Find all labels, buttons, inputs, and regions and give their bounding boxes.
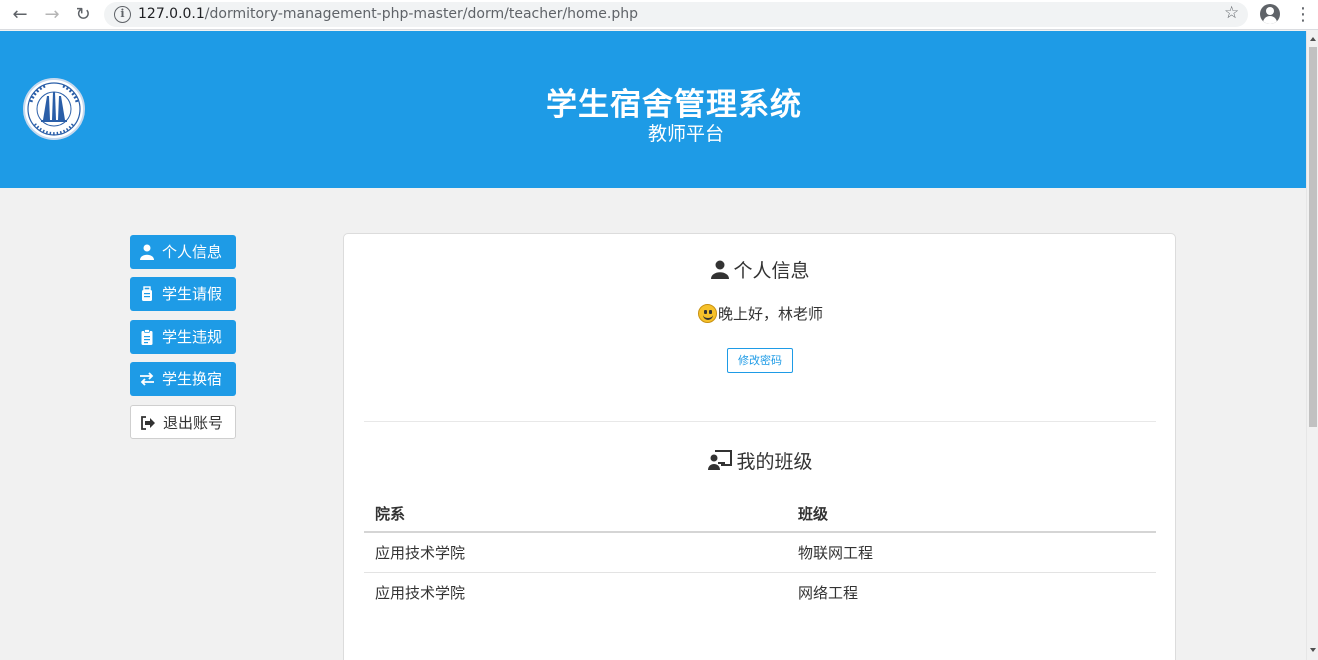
personal-info-title: 个人信息 <box>733 260 810 282</box>
sidebar-item-label: 学生请假 <box>162 285 223 303</box>
table-cell-class: 物联网工程 <box>787 532 1156 573</box>
sign-out-icon <box>141 416 155 430</box>
forward-arrow-icon[interactable]: → <box>40 3 64 27</box>
clipboard-icon <box>141 329 153 345</box>
sidebar-item-student-dorm-change[interactable]: 学生换宿 <box>130 362 236 396</box>
user-icon <box>711 260 730 279</box>
address-bar[interactable]: i 127.0.0.1/dormitory-management-php-mas… <box>104 2 1248 27</box>
site-header: 学生宿舍管理系统 教师平台 <box>0 31 1306 188</box>
user-icon <box>140 244 154 260</box>
table-cell-department: 应用技术学院 <box>375 583 466 602</box>
site-subtitle: 教师平台 <box>647 123 724 145</box>
profile-avatar-icon[interactable] <box>1260 4 1280 24</box>
url-path: /dormitory-management-php-master/dorm/te… <box>204 6 638 22</box>
scrollbar-thumb[interactable] <box>1309 47 1317 427</box>
scroll-up-icon[interactable] <box>1310 37 1316 41</box>
table-header-row: 院系 班级 <box>364 496 1156 533</box>
main-panel: 个人信息 晚上好，林老师 修改密码 我的班级 院系 班级 应用技术学院 物联网工… <box>343 233 1176 660</box>
sidebar-item-label: 退出账号 <box>163 414 224 432</box>
sidebar-item-label: 学生换宿 <box>162 370 223 388</box>
back-arrow-icon[interactable]: ← <box>8 3 32 27</box>
page-scrollbar[interactable] <box>1306 31 1318 660</box>
sidebar-item-label: 学生违规 <box>162 328 223 346</box>
sidebar-item-logout[interactable]: 退出账号 <box>130 405 236 439</box>
chalkboard-teacher-icon <box>708 450 733 470</box>
section-divider <box>364 421 1156 422</box>
sidebar-item-personal-info[interactable]: 个人信息 <box>130 235 236 269</box>
table-row: 应用技术学院 物联网工程 <box>364 532 1156 573</box>
sidebar-item-label: 个人信息 <box>162 243 223 261</box>
sidebar-item-student-leave[interactable]: 学生请假 <box>130 277 236 311</box>
suitcase-icon <box>142 286 152 301</box>
url-host: 127.0.0.1 <box>138 6 205 22</box>
table-row: 应用技术学院 网络工程 <box>364 572 1156 612</box>
reload-icon[interactable]: ↻ <box>71 3 95 27</box>
smiley-icon <box>697 304 717 323</box>
my-class-heading: 我的班级 <box>344 447 1177 474</box>
scroll-down-icon[interactable] <box>1310 648 1316 652</box>
personal-info-heading: 个人信息 <box>344 256 1177 283</box>
table-cell-department: 应用技术学院 <box>364 532 787 573</box>
browser-menu-icon[interactable]: ⋮ <box>1294 3 1312 27</box>
sidebar-item-student-violation[interactable]: 学生违规 <box>130 320 236 354</box>
address-url[interactable]: 127.0.0.1/dormitory-management-php-maste… <box>138 6 638 22</box>
browser-toolbar: ← → ↻ i 127.0.0.1/dormitory-management-p… <box>0 0 1318 30</box>
table-cell-class: 网络工程 <box>798 583 859 602</box>
class-table: 院系 班级 应用技术学院 物联网工程 应用技术学院 网络工程 <box>364 496 1156 612</box>
greeting-message: 晚上好，林老师 <box>717 305 823 323</box>
column-header-class: 班级 <box>787 496 1156 533</box>
exchange-icon <box>140 372 154 386</box>
column-header-department: 院系 <box>364 496 787 533</box>
my-class-title: 我的班级 <box>736 451 813 473</box>
change-password-button[interactable]: 修改密码 <box>727 348 793 373</box>
greeting-text: 晚上好，林老师 <box>344 303 1177 324</box>
site-info-icon[interactable]: i <box>114 6 131 23</box>
bookmark-star-icon[interactable]: ☆ <box>1224 3 1239 23</box>
site-title: 学生宿舍管理系统 <box>546 87 802 123</box>
